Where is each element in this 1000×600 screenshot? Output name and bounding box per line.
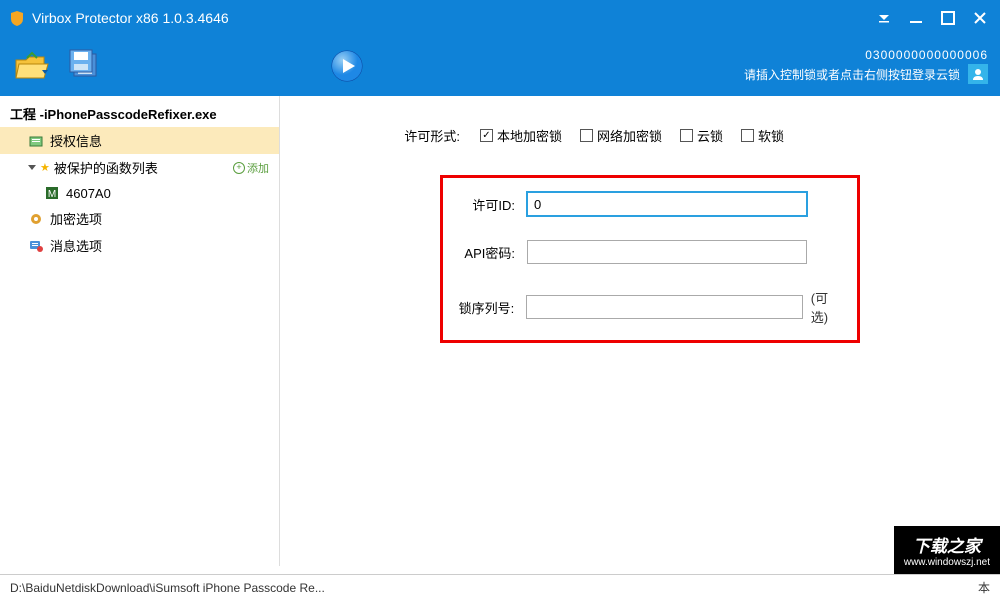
license-id-label: 许可ID: xyxy=(455,195,515,214)
save-button[interactable] xyxy=(68,48,104,84)
login-hint: 请插入控制锁或者点击右侧按钮登录云锁 xyxy=(744,66,960,83)
status-bar: D:\BaiduNetdiskDownload\iSumsoft iPhone … xyxy=(0,574,1000,600)
tree-label: 被保护的函数列表 xyxy=(54,158,158,177)
window-title: Virbox Protector x86 1.0.3.4646 xyxy=(32,10,229,26)
lock-serial-input[interactable] xyxy=(526,295,803,319)
optional-label: (可选) xyxy=(811,288,845,326)
lock-serial-row: 锁序列号: (可选) xyxy=(455,288,845,326)
license-id-input[interactable] xyxy=(527,192,807,216)
license-icon xyxy=(28,133,44,149)
tree-item-func[interactable]: M 4607A0 xyxy=(0,181,279,205)
app-logo-icon xyxy=(8,9,26,27)
status-path: D:\BaiduNetdiskDownload\iSumsoft iPhone … xyxy=(10,581,325,595)
checkbox-soft[interactable]: 软锁 xyxy=(741,126,784,145)
run-button[interactable] xyxy=(330,49,364,83)
tree-item-encrypt-options[interactable]: 加密选项 xyxy=(0,205,279,232)
tree-label: 4607A0 xyxy=(66,186,111,201)
tree-label: 授权信息 xyxy=(50,131,102,150)
project-root[interactable]: 工程 -iPhonePasscodeRefixer.exe xyxy=(0,100,279,127)
gear-icon xyxy=(28,211,44,227)
expand-arrow-icon xyxy=(28,165,36,170)
module-icon: M xyxy=(44,185,60,201)
main-panel: 许可形式: ✓本地加密锁 网络加密锁 云锁 软锁 许可ID: API密码: 锁序… xyxy=(280,96,1000,566)
tree-item-protected-funcs[interactable]: ★ 被保护的函数列表 +添加 xyxy=(0,154,279,181)
status-right: 本 xyxy=(978,579,990,596)
star-icon: ★ xyxy=(40,161,50,174)
message-icon xyxy=(28,238,44,254)
license-type-label: 许可形式: xyxy=(360,126,460,145)
content-area: 工程 -iPhonePasscodeRefixer.exe 授权信息 ★ 被保护… xyxy=(0,96,1000,566)
tree-item-license-info[interactable]: 授权信息 xyxy=(0,127,279,154)
svg-text:M: M xyxy=(48,189,56,200)
login-button[interactable] xyxy=(968,64,988,84)
minimize-button[interactable] xyxy=(904,6,928,30)
open-folder-button[interactable] xyxy=(12,48,52,84)
add-button[interactable]: +添加 xyxy=(233,160,269,176)
checkbox-local[interactable]: ✓本地加密锁 xyxy=(480,126,562,145)
tree-label: 加密选项 xyxy=(50,209,102,228)
api-password-label: API密码: xyxy=(455,243,515,262)
lock-serial-label: 锁序列号: xyxy=(455,298,514,317)
license-type-row: 许可形式: ✓本地加密锁 网络加密锁 云锁 软锁 xyxy=(360,126,960,145)
sidebar-tree: 工程 -iPhonePasscodeRefixer.exe 授权信息 ★ 被保护… xyxy=(0,96,280,566)
tree-label: 消息选项 xyxy=(50,236,102,255)
checkbox-cloud[interactable]: 云锁 xyxy=(680,126,723,145)
device-serial: 0300000000000006 xyxy=(744,48,988,62)
license-id-row: 许可ID: xyxy=(455,192,845,216)
api-password-input[interactable] xyxy=(527,240,807,264)
toolbar-right: 0300000000000006 请插入控制锁或者点击右侧按钮登录云锁 xyxy=(744,48,988,84)
toolbar: 0300000000000006 请插入控制锁或者点击右侧按钮登录云锁 xyxy=(0,36,1000,96)
checkbox-network[interactable]: 网络加密锁 xyxy=(580,126,662,145)
maximize-button[interactable] xyxy=(936,6,960,30)
watermark: 下载之家 www.windowszj.net xyxy=(894,526,1000,574)
highlight-box: 许可ID: API密码: 锁序列号: (可选) xyxy=(440,175,860,343)
watermark-title: 下载之家 xyxy=(904,532,990,557)
watermark-url: www.windowszj.net xyxy=(904,557,990,568)
tree-item-message-options[interactable]: 消息选项 xyxy=(0,232,279,259)
close-button[interactable] xyxy=(968,6,992,30)
title-bar: Virbox Protector x86 1.0.3.4646 xyxy=(0,0,1000,36)
dropdown-icon[interactable] xyxy=(872,6,896,30)
api-password-row: API密码: xyxy=(455,240,845,264)
